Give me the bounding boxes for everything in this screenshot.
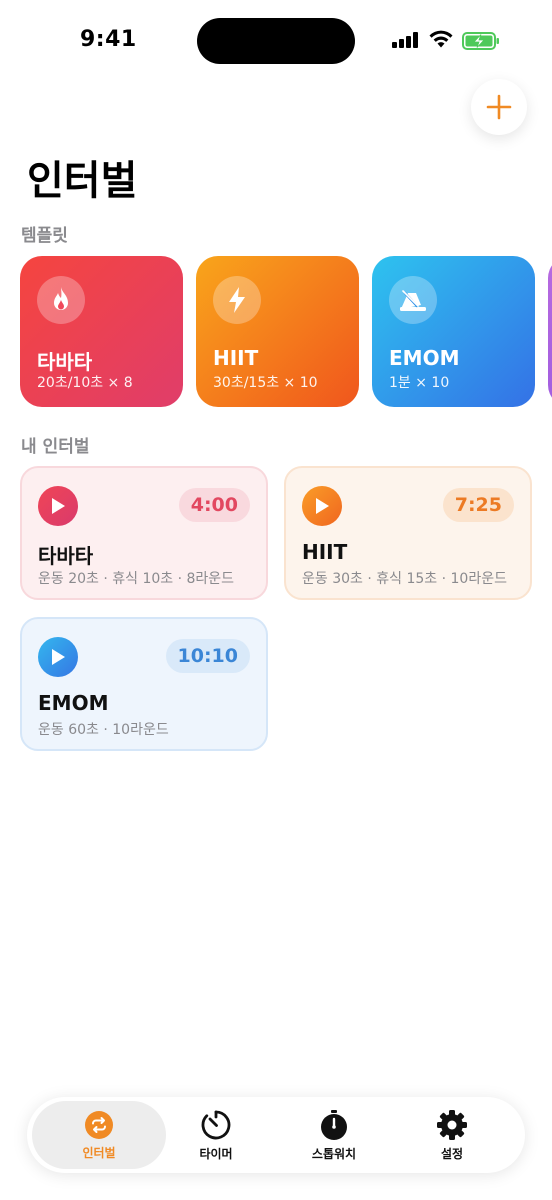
interval-name: EMOM (38, 691, 109, 715)
battery-charging-icon (462, 32, 499, 50)
tab-timer[interactable]: 타이머 (149, 1101, 283, 1169)
section-title-my-intervals: 내 인터벌 (21, 437, 90, 457)
bolt-icon (213, 276, 261, 324)
interval-card-hiit[interactable]: 7:25 HIIT 운동 30초 · 휴식 15초 · 10라운드 (284, 466, 532, 600)
play-icon (52, 649, 65, 665)
dynamic-island (197, 18, 355, 64)
tab-label: 인터벌 (82, 1145, 116, 1160)
template-name: HIIT (213, 346, 259, 370)
section-title-templates: 템플릿 (21, 226, 68, 246)
templates-carousel[interactable]: 타바타 20초/10초 × 8 HIIT 30초/15초 × 10 EMOM 1… (0, 256, 552, 408)
play-button[interactable] (38, 637, 78, 677)
interval-card-tabata[interactable]: 4:00 타바타 운동 20초 · 휴식 10초 · 8라운드 (20, 466, 268, 600)
template-card-hiit[interactable]: HIIT 30초/15초 × 10 (196, 256, 359, 407)
tab-interval[interactable]: 인터벌 (32, 1101, 166, 1169)
template-name: EMOM (389, 346, 460, 370)
template-card-emom[interactable]: EMOM 1분 × 10 (372, 256, 535, 407)
duration-badge: 10:10 (165, 639, 250, 673)
interval-detail: 운동 20초 · 휴식 10초 · 8라운드 (38, 571, 235, 587)
tab-bar: 인터벌 타이머 스톱워치 설정 (27, 1097, 525, 1173)
interval-detail: 운동 30초 · 휴식 15초 · 10라운드 (302, 571, 507, 587)
cellular-signal-icon (392, 32, 420, 48)
template-card-partial[interactable] (548, 256, 552, 407)
page-title: 인터벌 (27, 158, 138, 204)
tab-stopwatch[interactable]: 스톱워치 (267, 1101, 401, 1169)
interval-name: 타바타 (38, 544, 94, 568)
gear-icon (437, 1109, 467, 1140)
template-detail: 20초/10초 × 8 (37, 375, 133, 391)
interval-name: HIIT (302, 540, 348, 564)
play-button[interactable] (302, 486, 342, 526)
status-bar: 9:41 (0, 0, 552, 80)
metronome-icon (389, 276, 437, 324)
interval-detail: 운동 60초 · 10라운드 (38, 722, 169, 738)
template-detail: 1분 × 10 (389, 375, 450, 391)
play-icon (52, 498, 65, 514)
duration-badge: 7:25 (442, 488, 514, 522)
duration-badge: 4:00 (178, 488, 250, 522)
tab-label: 설정 (440, 1146, 464, 1161)
add-interval-button[interactable] (471, 79, 527, 135)
status-time: 9:41 (80, 27, 137, 52)
tab-settings[interactable]: 설정 (385, 1101, 519, 1169)
stopwatch-icon (321, 1109, 347, 1140)
tab-label: 스톱워치 (311, 1146, 357, 1161)
template-card-tabata[interactable]: 타바타 20초/10초 × 8 (20, 256, 183, 407)
repeat-icon (85, 1110, 113, 1139)
flame-icon (37, 276, 85, 324)
tab-label: 타이머 (199, 1146, 233, 1161)
timer-icon (201, 1110, 231, 1139)
play-icon (316, 498, 329, 514)
template-name: 타바타 (37, 350, 93, 374)
interval-card-emom[interactable]: 10:10 EMOM 운동 60초 · 10라운드 (20, 617, 268, 751)
plus-icon (486, 94, 512, 120)
play-button[interactable] (38, 486, 78, 526)
wifi-icon (429, 30, 453, 48)
template-detail: 30초/15초 × 10 (213, 375, 318, 391)
